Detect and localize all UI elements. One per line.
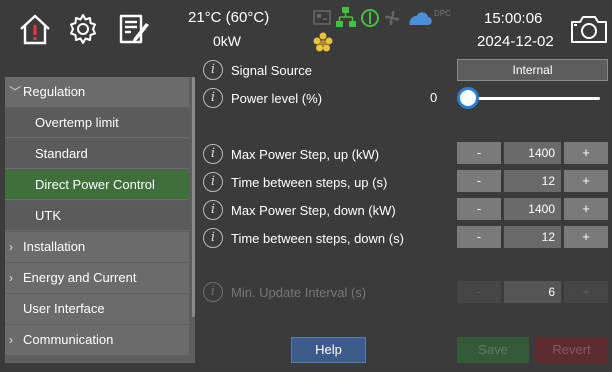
power-level-label: Power level (%) [231, 91, 323, 106]
sidebar-item-regulation[interactable]: ﹀ Regulation [5, 77, 189, 107]
info-icon[interactable]: i [203, 200, 223, 220]
max-step-down-stepper: - 1400 + [457, 198, 608, 220]
decrement-button[interactable]: - [457, 170, 501, 192]
power-readout: 0kW [213, 33, 241, 49]
save-button[interactable]: Save [457, 337, 529, 363]
sidebar-item-direct-power-control[interactable]: Direct Power Control [5, 170, 189, 200]
flower-icon [313, 32, 333, 52]
increment-button: + [564, 281, 608, 303]
sidebar-item-label: Standard [35, 146, 88, 161]
revert-button[interactable]: Revert [535, 337, 608, 363]
chevron-right-icon: › [9, 333, 13, 347]
increment-button[interactable]: + [564, 226, 608, 248]
info-icon[interactable]: i [203, 60, 223, 80]
sidebar-nav: ﹀ Regulation Overtemp limit Standard Dire… [5, 77, 195, 363]
chevron-right-icon: › [9, 271, 13, 285]
min-update-label: Min. Update Interval (s) [231, 285, 367, 300]
max-step-down-label: Max Power Step, down (kW) [231, 203, 396, 218]
sidebar-item-label: Energy and Current [23, 270, 137, 285]
increment-button[interactable]: + [564, 170, 608, 192]
signal-source-label: Signal Source [231, 63, 312, 78]
min-update-value: 6 [504, 281, 561, 303]
decrement-button[interactable]: - [457, 198, 501, 220]
chevron-down-icon: ﹀ [9, 85, 22, 99]
max-step-down-value[interactable]: 1400 [504, 198, 561, 220]
home-alert-icon[interactable] [18, 12, 52, 46]
max-step-up-stepper: - 1400 + [457, 142, 608, 164]
time-up-label: Time between steps, up (s) [231, 175, 388, 190]
sidebar-item-label: Overtemp limit [35, 115, 119, 130]
sidebar-item-label: Direct Power Control [35, 177, 155, 192]
increment-button[interactable]: + [564, 198, 608, 220]
sidebar-item-overtemp-limit[interactable]: Overtemp limit [5, 108, 189, 138]
min-update-stepper: - 6 + [457, 281, 608, 303]
fan-icon [384, 10, 400, 26]
status-badge: DPC [434, 9, 451, 18]
clock-date: 2024-12-02 [477, 33, 554, 50]
temperature-readout: 21°C (60°C) [188, 9, 270, 26]
sidebar-item-installation[interactable]: › Installation [5, 232, 189, 262]
increment-button[interactable]: + [564, 142, 608, 164]
network-icon [336, 7, 356, 27]
decrement-button[interactable]: - [457, 226, 501, 248]
signal-source-select[interactable]: Internal [457, 59, 608, 81]
max-step-up-label: Max Power Step, up (kW) [231, 147, 380, 162]
clock-time: 15:00:06 [484, 10, 543, 27]
sidebar-item-energy-and-current[interactable]: › Energy and Current [5, 263, 189, 293]
time-down-value[interactable]: 12 [504, 226, 561, 248]
max-step-up-value[interactable]: 1400 [504, 142, 561, 164]
power-level-value: 0 [430, 90, 438, 105]
meter-icon [313, 10, 331, 25]
status-icons: DPC [313, 7, 451, 27]
time-down-label: Time between steps, down (s) [231, 231, 404, 246]
sidebar-item-label: Installation [23, 239, 86, 254]
gear-icon[interactable] [66, 12, 100, 46]
report-edit-icon[interactable] [116, 12, 150, 46]
info-icon[interactable]: i [203, 228, 223, 248]
sidebar-item-label: UTK [35, 208, 61, 223]
time-up-value[interactable]: 12 [504, 170, 561, 192]
info-icon[interactable]: i [203, 172, 223, 192]
cloud-icon [409, 12, 432, 25]
sidebar-item-label: Communication [23, 332, 114, 347]
time-up-stepper: - 12 + [457, 170, 608, 192]
sidebar-item-user-interface[interactable]: User Interface [5, 294, 189, 324]
sidebar-item-label: User Interface [23, 301, 105, 316]
decrement-button[interactable]: - [457, 142, 501, 164]
power-level-slider-handle[interactable] [457, 87, 479, 109]
chevron-right-icon: › [9, 240, 13, 254]
info-icon[interactable]: i [203, 88, 223, 108]
sidebar-item-label: Regulation [23, 84, 86, 99]
power-on-icon [361, 9, 379, 27]
sidebar-item-communication[interactable]: › Communication [5, 325, 189, 355]
power-level-slider-track[interactable] [465, 97, 600, 100]
info-icon[interactable]: i [203, 144, 223, 164]
info-icon[interactable]: i [203, 282, 223, 302]
time-down-stepper: - 12 + [457, 226, 608, 248]
sidebar-item-utk[interactable]: UTK [5, 201, 189, 231]
header-bar: 21°C (60°C) 0kW DPC 15:00:06 2024-12-02 [0, 0, 612, 58]
help-button[interactable]: Help [291, 337, 366, 363]
sidebar-item-standard[interactable]: Standard [5, 139, 189, 169]
sidebar-scrollbar[interactable] [192, 77, 195, 317]
camera-icon[interactable] [570, 14, 608, 44]
decrement-button: - [457, 281, 501, 303]
